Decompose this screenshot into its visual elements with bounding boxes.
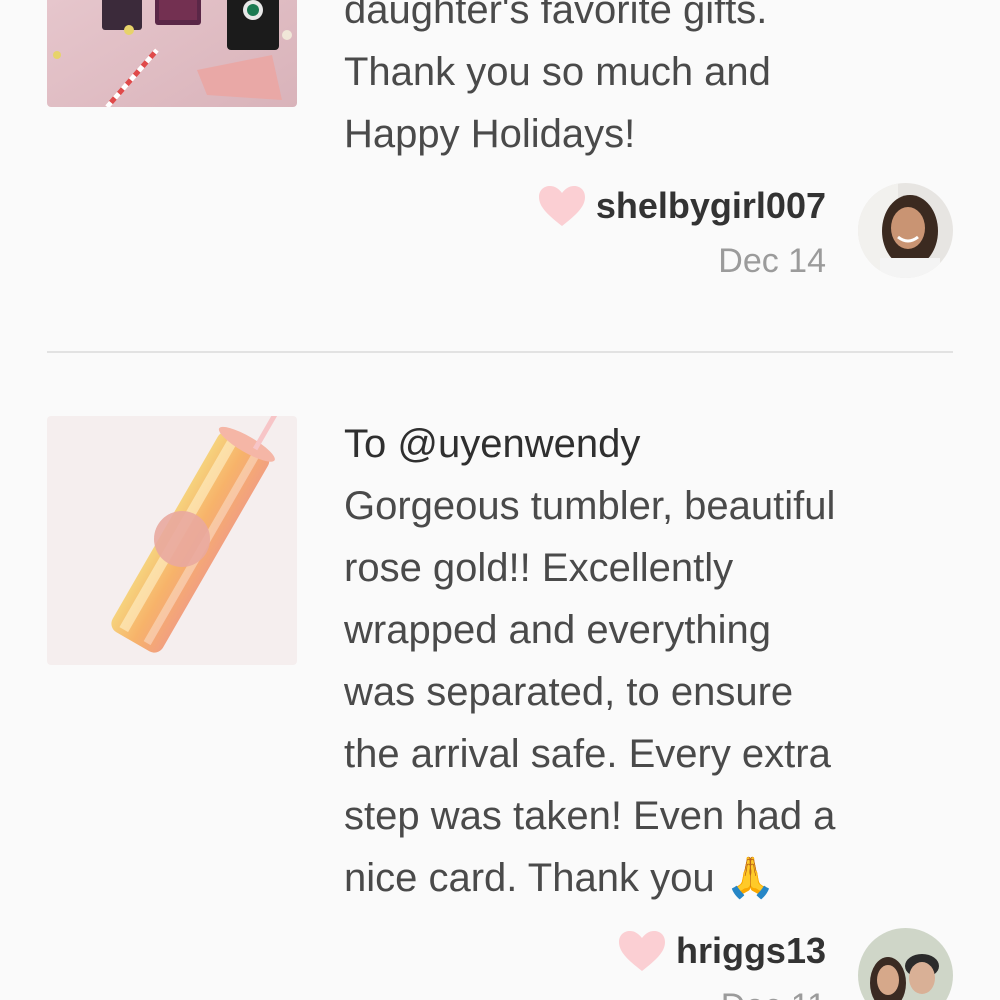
review-body-line: rose gold!! Excellently: [344, 546, 734, 590]
review-recipient[interactable]: To @uyenwendy: [344, 413, 954, 475]
review-body-line: wrapped and everything: [344, 608, 771, 652]
avatar[interactable]: [858, 928, 953, 1000]
review-meta: shelbygirl007 Dec 14: [538, 184, 826, 286]
review-body-line: was separated, to ensure: [344, 670, 794, 714]
divider: [47, 351, 953, 353]
review-body-line: nice card. Thank you 🙏: [344, 856, 776, 900]
review-photo[interactable]: [47, 416, 297, 665]
review-body-line: step was taken! Even had a: [344, 794, 836, 838]
user-avatar-photo-icon: [858, 928, 953, 1000]
reviewer-username[interactable]: shelbygirl007: [596, 184, 826, 228]
review-date: Dec 11: [618, 981, 826, 1000]
avatar[interactable]: [858, 183, 953, 278]
review-date: Dec 14: [718, 242, 826, 280]
tumblers-photo-icon: [47, 0, 297, 107]
review-meta: hriggs13 Dec 11: [618, 929, 826, 1000]
rose-gold-tumbler-photo-icon: [47, 416, 297, 665]
reviewer-username[interactable]: hriggs13: [676, 929, 826, 973]
user-avatar-photo-icon: [858, 183, 953, 278]
review-text: daughter's favorite gifts. Thank you so …: [344, 0, 954, 165]
review-photo[interactable]: [47, 0, 297, 107]
review-body-line: daughter's favorite gifts.: [344, 0, 768, 32]
review-body-line: Thank you so much and: [344, 50, 771, 94]
review-body-line: Gorgeous tumbler, beautiful: [344, 484, 836, 528]
review-body-line: Happy Holidays!: [344, 112, 636, 156]
review-body-line: the arrival safe. Every extra: [344, 732, 831, 776]
review-text: To @uyenwendy Gorgeous tumbler, beautifu…: [344, 413, 954, 909]
heart-icon[interactable]: [538, 185, 586, 227]
review-feed: daughter's favorite gifts. Thank you so …: [0, 0, 1000, 1000]
heart-icon[interactable]: [618, 930, 666, 972]
